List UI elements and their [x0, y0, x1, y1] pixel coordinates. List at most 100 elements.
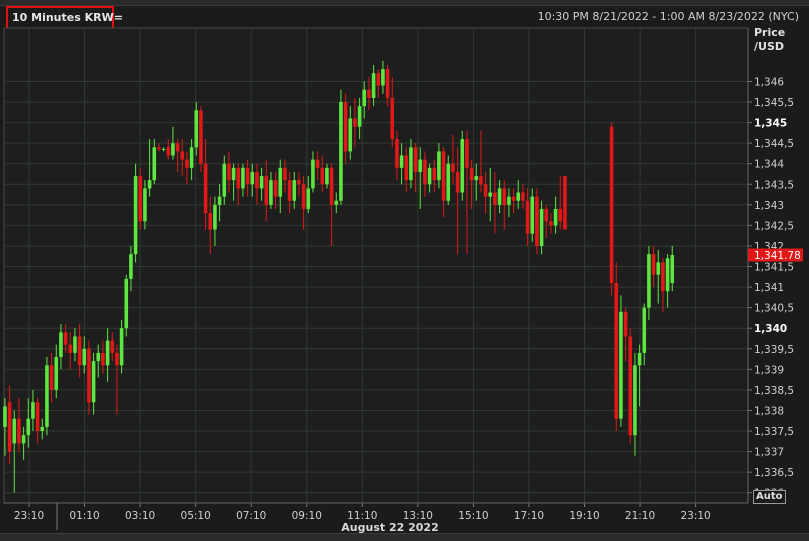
candle-body: [35, 402, 40, 432]
candle-body: [21, 435, 26, 444]
x-tick-label: 03:10: [125, 510, 155, 522]
candle-body: [241, 167, 245, 189]
candle-body: [446, 163, 451, 201]
candle-body: [54, 357, 59, 390]
candle-body: [628, 336, 633, 436]
candle-body: [637, 352, 642, 366]
candlestick-chart[interactable]: 1,346 1,345,5 1,345 1,344,5 1,344 1,343,5 1,34…: [0, 0, 809, 540]
x-tick-label: 09:10: [292, 510, 322, 522]
candle-body: [539, 208, 544, 246]
candle-body: [325, 167, 329, 185]
candle-body: [175, 143, 180, 152]
candle-body: [166, 147, 171, 156]
candle-body: [161, 148, 166, 150]
candle-body: [651, 254, 656, 275]
candle-body: [222, 163, 227, 197]
candle-body: [189, 147, 194, 168]
candle-body: [348, 118, 353, 152]
x-tick-label: 23:10: [680, 510, 710, 522]
y-tick-label: 1,338,5: [754, 385, 794, 397]
y-tick-label: 1,341: [754, 282, 784, 294]
candle: [45, 357, 49, 436]
candle-body: [217, 196, 222, 205]
candle-body: [423, 159, 427, 185]
candle-body: [194, 110, 199, 148]
y-tick-label: 1,337: [754, 447, 784, 459]
candle-body: [45, 365, 49, 427]
candle-body: [502, 188, 507, 205]
candle-body: [623, 311, 628, 337]
candle-body: [133, 176, 138, 255]
candle-body: [59, 332, 63, 358]
candle-body: [455, 171, 460, 193]
candle-body: [633, 365, 637, 436]
candle-body: [157, 147, 161, 150]
x-tick-label: 23:10: [14, 510, 44, 522]
candle-body: [329, 167, 334, 205]
candle-body: [619, 311, 623, 419]
candle-body: [642, 307, 647, 353]
candle-body: [507, 196, 511, 205]
candle: [124, 274, 129, 337]
candle-body: [516, 192, 521, 201]
candle-body: [171, 143, 175, 156]
candle-body: [292, 180, 297, 201]
candle-body: [483, 184, 488, 197]
candle-body: [353, 118, 357, 127]
candle-body: [441, 151, 446, 201]
candle-body: [250, 171, 255, 185]
candle-body: [381, 69, 385, 86]
candle-body: [535, 196, 539, 246]
candle-body: [469, 167, 474, 181]
y-tick-label: 1,336,5: [754, 467, 794, 479]
candle-body: [563, 176, 567, 230]
candle-body: [91, 361, 96, 403]
auto-scale-button[interactable]: Auto: [753, 490, 786, 504]
candle-body: [521, 192, 525, 201]
candle-body: [124, 278, 129, 329]
candle-body: [259, 176, 264, 189]
y-tick-label: 1,340,5: [754, 303, 794, 315]
candle-body: [68, 344, 73, 353]
y-tick-label: 1,343,5: [754, 179, 794, 191]
candle-body: [26, 418, 31, 436]
candle-body: [390, 97, 395, 140]
candle-body: [549, 221, 553, 226]
candle-body: [152, 147, 157, 181]
x-tick-label: 17:10: [514, 510, 544, 522]
candle-body: [530, 196, 535, 234]
candle-body: [236, 167, 241, 189]
candle: [199, 106, 203, 172]
candle: [535, 188, 539, 255]
candle-body: [40, 426, 45, 432]
candle-body: [147, 180, 152, 189]
candle-body: [558, 208, 563, 222]
candle-body: [255, 171, 259, 189]
candle-body: [96, 352, 101, 362]
candle-body: [409, 147, 413, 181]
candle-body: [264, 176, 269, 205]
candle-body: [73, 336, 77, 353]
candle-body: [343, 102, 348, 152]
candle-body: [553, 208, 558, 226]
candle-body: [413, 147, 418, 172]
x-tick-label: 01:10: [69, 510, 99, 522]
candle-body: [301, 184, 306, 209]
candle-body: [115, 352, 119, 366]
candle-body: [287, 180, 292, 201]
candle: [563, 176, 567, 230]
candle-body: [367, 89, 371, 98]
candle-body: [315, 159, 320, 168]
last-price-label: 1,341.78: [754, 250, 801, 262]
candle-body: [465, 139, 469, 168]
candle-body: [376, 73, 381, 86]
y-tick-label: 1,342,5: [754, 220, 794, 232]
candle-body: [339, 102, 343, 201]
candle-body: [357, 106, 362, 127]
x-tick-label: 19:10: [569, 510, 599, 522]
candle: [619, 295, 623, 427]
candle-body: [269, 180, 273, 205]
candle-body: [306, 188, 311, 209]
y-tick-label: 1,345,5: [754, 97, 794, 109]
candle-body: [245, 167, 250, 185]
